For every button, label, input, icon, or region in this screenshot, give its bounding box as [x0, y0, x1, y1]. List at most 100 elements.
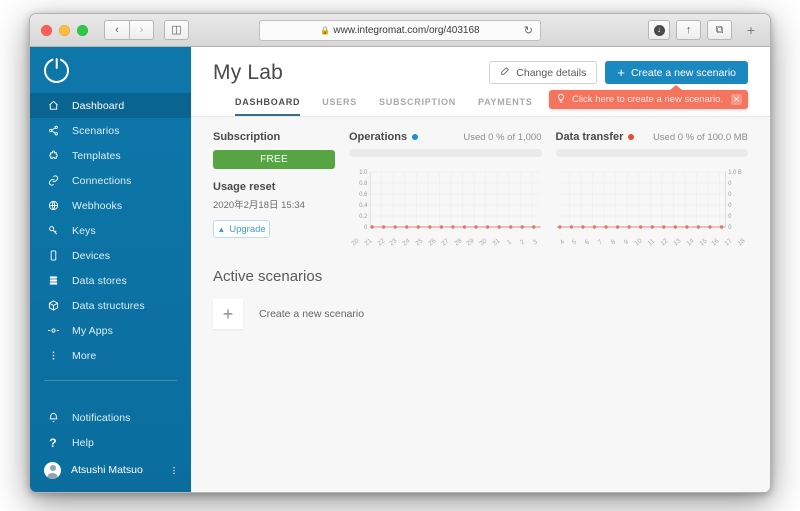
subscription-panel: Subscription FREE Usage reset 2020年2月18日…	[213, 131, 335, 246]
window-traffic-lights	[41, 24, 88, 36]
close-icon[interactable]: ✕	[731, 94, 742, 105]
device-icon	[44, 250, 62, 261]
user-name: Atsushi Matsuo	[71, 464, 143, 476]
svg-text:0.2: 0.2	[359, 214, 367, 220]
svg-text:1.0: 1.0	[359, 170, 368, 176]
tab-payments[interactable]: PAYMENTS	[478, 97, 533, 116]
sidebar-item-data-stores[interactable]: Data stores	[30, 268, 191, 293]
operations-x-axis-labels: 20 21 22 23 24 25 26 27 28 29 30 31 1 2	[349, 238, 542, 248]
sidebar-item-scenarios[interactable]: Scenarios	[30, 118, 191, 143]
download-icon	[653, 24, 665, 36]
data-transfer-chart: 1.0 B 0 0 0 0 0	[556, 166, 749, 238]
reload-icon[interactable]: ↻	[524, 24, 533, 37]
navigation-buttons: ‹ ›	[104, 20, 154, 40]
sidebar-toggle-button[interactable]: ◫	[164, 20, 189, 40]
dots-vertical-icon[interactable]	[169, 465, 179, 476]
new-tab-button[interactable]: +	[742, 19, 760, 41]
active-scenarios-title: Active scenarios	[213, 268, 323, 285]
caret-up-icon: ▲	[217, 224, 226, 234]
forward-button[interactable]: ›	[129, 20, 154, 40]
operations-header: Operations Used 0 % of 1,000	[349, 131, 542, 143]
close-window-button[interactable]	[41, 24, 52, 36]
svg-text:0: 0	[364, 225, 368, 231]
database-icon	[44, 275, 62, 286]
operations-panel: Operations Used 0 % of 1,000 1.0 0.8 0.6…	[349, 131, 542, 248]
create-scenario-row[interactable]: + Create a new scenario	[213, 299, 748, 329]
svg-text:0.8: 0.8	[359, 181, 368, 187]
main-content: My Lab Change details + Create a new sce…	[191, 47, 770, 492]
minimize-window-button[interactable]	[59, 24, 70, 36]
sidebar-item-webhooks[interactable]: Webhooks	[30, 193, 191, 218]
tab-users[interactable]: USERS	[322, 97, 357, 116]
svg-text:0: 0	[728, 214, 732, 220]
data-transfer-x-axis-labels: 4 5 6 7 8 9 10 11 12 13 14 15 16 17 18	[556, 238, 749, 248]
main-header: My Lab Change details + Create a new sce…	[191, 47, 770, 116]
app-sidebar: Dashboard Scenarios Templates Connection…	[30, 47, 191, 492]
operations-status-dot	[412, 134, 419, 140]
sidebar-item-my-apps[interactable]: My Apps	[30, 318, 191, 343]
home-icon	[44, 100, 62, 111]
sidebar-item-label: Help	[72, 436, 94, 449]
lock-icon: 🔒	[320, 26, 331, 35]
usage-reset-value: 2020年2月18日 15:34	[213, 200, 305, 211]
upgrade-button[interactable]: ▲ Upgrade	[213, 220, 270, 238]
data-transfer-status-dot	[628, 134, 635, 140]
sidebar-item-dashboard[interactable]: Dashboard	[30, 93, 191, 118]
link-icon	[44, 175, 62, 186]
bell-icon	[44, 412, 62, 423]
key-icon	[44, 225, 62, 236]
sidebar-item-keys[interactable]: Keys	[30, 218, 191, 243]
sidebar-item-notifications[interactable]: Notifications	[30, 405, 191, 430]
maximize-window-button[interactable]	[77, 24, 88, 36]
tab-subscription[interactable]: SUBSCRIPTION	[379, 97, 456, 116]
operations-progress-bar	[349, 149, 542, 157]
change-details-button[interactable]: Change details	[489, 61, 598, 84]
sidebar-item-label: Data structures	[72, 299, 145, 312]
brand-logo-wrapper[interactable]	[30, 47, 191, 93]
dots-vertical-icon	[44, 350, 62, 361]
node-icon	[44, 325, 62, 336]
sidebar-item-label: Keys	[72, 224, 96, 237]
sidebar-item-label: Templates	[72, 149, 121, 162]
data-transfer-usage-text: Used 0 % of 100.0 MB	[652, 131, 748, 143]
sidebar-item-templates[interactable]: Templates	[30, 143, 191, 168]
share-button[interactable]: ↑	[676, 20, 701, 40]
sidebar-item-devices[interactable]: Devices	[30, 243, 191, 268]
sidebar-user-row[interactable]: Atsushi Matsuo	[30, 455, 191, 485]
downloads-button[interactable]	[648, 20, 670, 40]
globe-icon	[44, 200, 62, 211]
create-new-scenario-button[interactable]: + Create a new scenario	[605, 61, 748, 84]
address-bar[interactable]: 🔒 www.integromat.com/org/403168 ↻	[259, 20, 541, 41]
sidebar-item-more[interactable]: More	[30, 343, 191, 368]
create-new-scenario-label: Create a new scenario	[630, 66, 736, 79]
sidebar-item-label: Scenarios	[72, 124, 120, 137]
question-icon: ?	[49, 435, 57, 450]
share-nodes-icon	[44, 125, 62, 136]
sidebar-item-label: Connections	[72, 174, 132, 187]
subscription-title: Subscription	[213, 131, 281, 143]
show-tabs-button[interactable]: ⧉	[707, 20, 732, 40]
sidebar-item-label: Devices	[72, 249, 111, 262]
sidebar-item-connections[interactable]: Connections	[30, 168, 191, 193]
svg-text:1.0 B: 1.0 B	[728, 170, 742, 176]
address-bar-url: www.integromat.com/org/403168	[333, 25, 480, 36]
data-transfer-chart-svg: 1.0 B 0 0 0 0 0	[556, 170, 742, 231]
back-button[interactable]: ‹	[104, 20, 129, 40]
browser-window: ‹ › ◫ 🔒 www.integromat.com/org/403168 ↻ …	[29, 13, 771, 493]
plus-icon[interactable]: +	[213, 299, 243, 329]
sidebar-item-label: More	[72, 349, 97, 362]
lightbulb-icon	[556, 93, 566, 107]
operations-chart-svg: 1.0 0.8 0.6 0.4 0.2 0	[359, 170, 541, 231]
svg-text:0.6: 0.6	[359, 192, 368, 198]
page-body: Dashboard Scenarios Templates Connection…	[30, 47, 770, 492]
data-transfer-header: Data transfer Used 0 % of 100.0 MB	[556, 131, 749, 143]
sidebar-item-help[interactable]: ? Help	[30, 430, 191, 455]
plus-icon: +	[617, 64, 625, 80]
upgrade-label: Upgrade	[229, 223, 266, 235]
sidebar-item-label: My Apps	[72, 324, 113, 337]
sidebar-divider	[44, 380, 177, 381]
avatar-icon	[44, 461, 61, 479]
sidebar-item-data-structures[interactable]: Data structures	[30, 293, 191, 318]
tab-dashboard[interactable]: DASHBOARD	[235, 97, 301, 116]
